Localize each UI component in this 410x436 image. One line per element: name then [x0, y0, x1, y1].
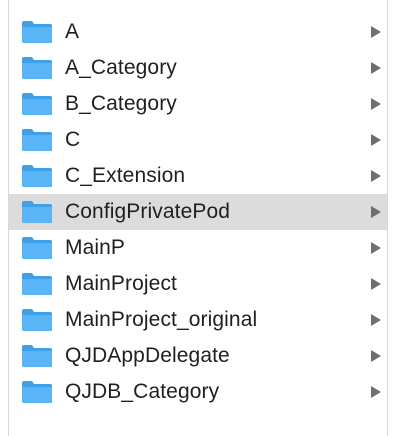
chevron-right-icon — [371, 278, 381, 290]
folder-icon — [21, 200, 53, 224]
chevron-right-icon — [371, 98, 381, 110]
folder-icon — [21, 92, 53, 116]
folder-icon — [21, 380, 53, 404]
list-item[interactable]: MainProject — [9, 266, 387, 302]
item-label: QJDAppDelegate — [65, 344, 230, 367]
folder-icon — [21, 20, 53, 44]
chevron-right-icon — [371, 134, 381, 146]
item-label: QJDB_Category — [65, 380, 220, 403]
item-label: A — [65, 20, 80, 43]
list-item[interactable]: MainProject_original — [9, 302, 387, 338]
chevron-right-icon — [371, 170, 381, 182]
folder-icon — [21, 308, 53, 332]
chevron-right-icon — [371, 350, 381, 362]
list-item[interactable]: A — [9, 14, 387, 50]
item-label: B_Category — [65, 92, 177, 115]
list-item[interactable]: A_Category — [9, 50, 387, 86]
item-label: MainProject — [65, 272, 177, 295]
item-label: ConfigPrivatePod — [65, 200, 231, 223]
column-gutter — [388, 0, 410, 436]
chevron-right-icon — [371, 26, 381, 38]
list-item[interactable]: B_Category — [9, 86, 387, 122]
item-label: MainProject_original — [65, 308, 258, 331]
list-item[interactable]: QJDAppDelegate — [9, 338, 387, 374]
folder-icon — [21, 344, 53, 368]
list-item[interactable]: C — [9, 122, 387, 158]
chevron-right-icon — [371, 242, 381, 254]
chevron-right-icon — [371, 62, 381, 74]
item-label: MainP — [65, 236, 126, 259]
folder-icon — [21, 272, 53, 296]
chevron-right-icon — [371, 314, 381, 326]
list-item[interactable]: C_Extension — [9, 158, 387, 194]
list-item[interactable]: MainP — [9, 230, 387, 266]
folder-icon — [21, 128, 53, 152]
list-item-selected[interactable]: ConfigPrivatePod — [9, 194, 387, 230]
item-label: C — [65, 128, 81, 151]
folder-icon — [21, 236, 53, 260]
item-label: C_Extension — [65, 164, 186, 187]
finder-column[interactable]: A A_Category B_Category C C_Extension Co… — [8, 0, 388, 436]
list-item[interactable]: QJDB_Category — [9, 374, 387, 410]
folder-icon — [21, 56, 53, 80]
item-label: A_Category — [65, 56, 177, 79]
chevron-right-icon — [371, 386, 381, 398]
folder-icon — [21, 164, 53, 188]
chevron-right-icon — [371, 206, 381, 218]
